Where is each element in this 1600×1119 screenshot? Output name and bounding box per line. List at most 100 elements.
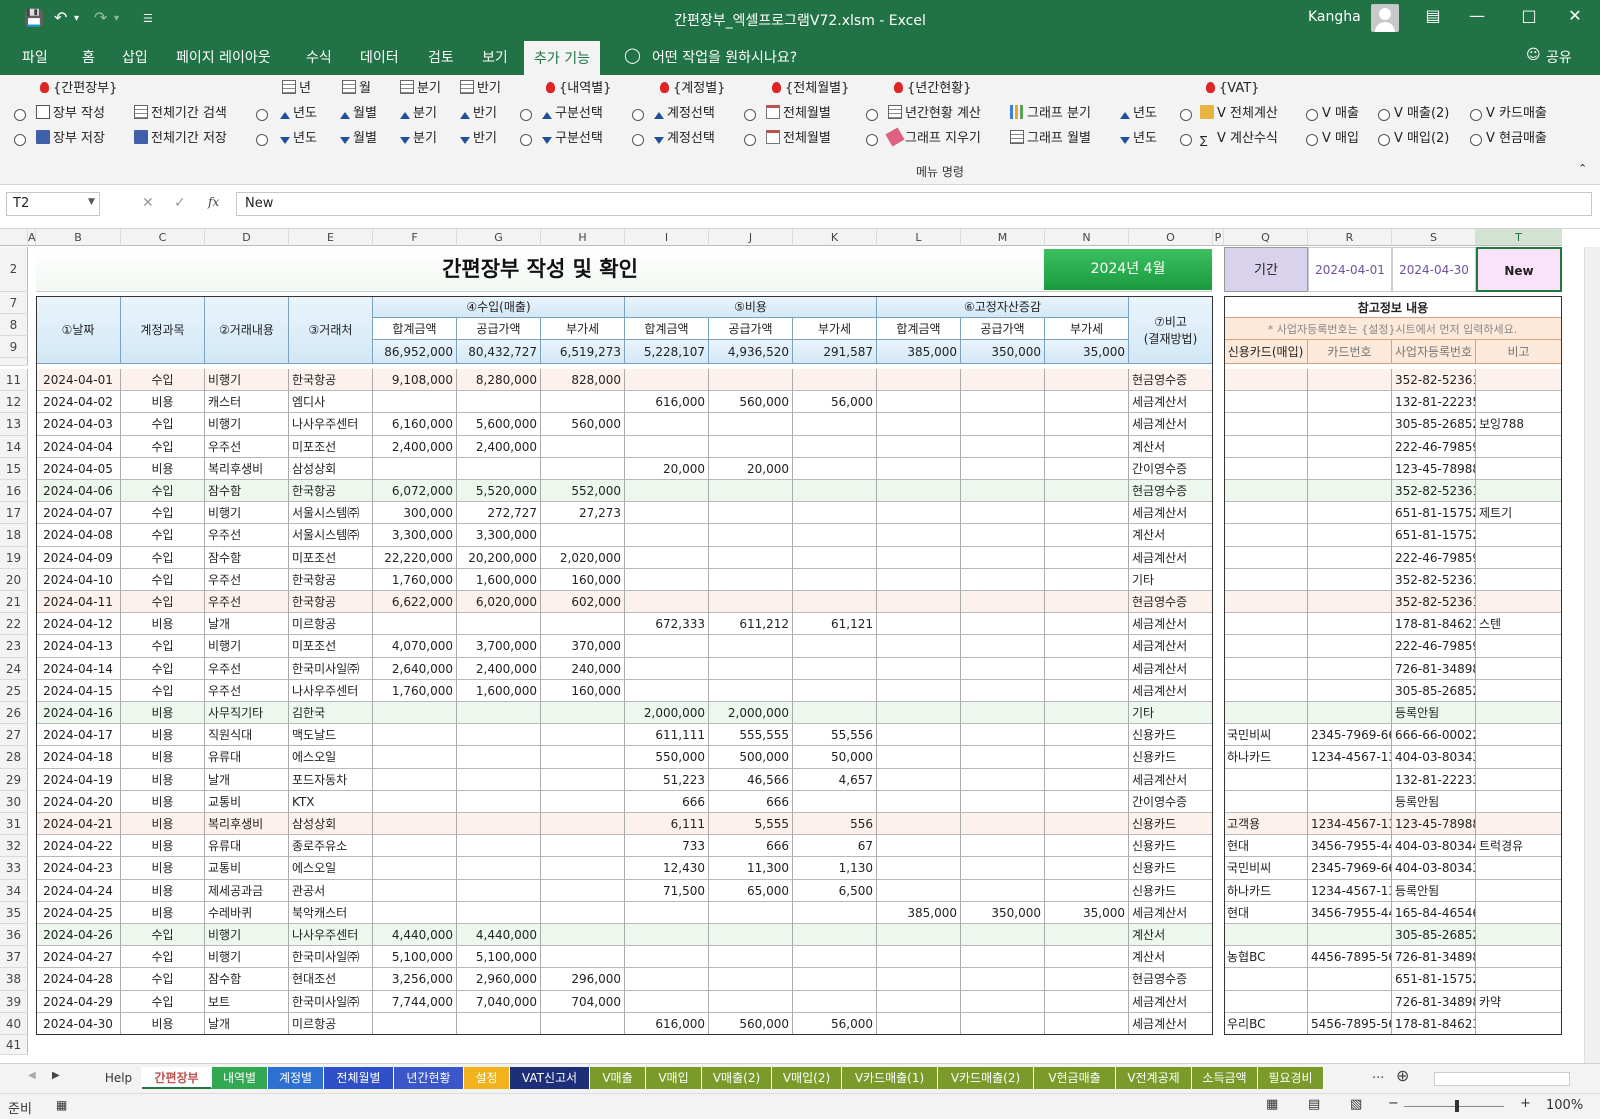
table-cell[interactable] (877, 879, 961, 902)
table-cell[interactable]: 160,000 (541, 679, 625, 702)
table-cell[interactable] (1476, 369, 1562, 392)
table-cell[interactable] (373, 790, 457, 813)
table-cell[interactable]: 국민비씨 (1224, 857, 1308, 880)
table-cell[interactable] (1045, 924, 1129, 947)
table-cell[interactable] (1224, 679, 1308, 702)
table-cell[interactable]: 222-46-79859 (1392, 635, 1476, 658)
table-cell[interactable] (1308, 990, 1392, 1013)
table-cell[interactable]: 4,070,000 (373, 635, 457, 658)
table-cell[interactable]: 간이영수증 (1129, 790, 1213, 813)
table-cell[interactable] (1308, 369, 1392, 392)
table-cell[interactable] (625, 924, 709, 947)
row-header[interactable]: 23 (0, 635, 28, 658)
column-header-d[interactable]: D (205, 229, 289, 246)
table-cell[interactable]: 5,520,000 (457, 480, 541, 503)
table-cell[interactable] (961, 790, 1045, 813)
v-sales-button[interactable]: V 매출 (1322, 104, 1359, 124)
radio-v-buy2[interactable] (1378, 134, 1390, 146)
table-cell[interactable] (373, 1012, 457, 1035)
table-cell[interactable]: 56,000 (793, 1012, 877, 1035)
table-cell[interactable] (1045, 790, 1129, 813)
table-cell[interactable] (1224, 413, 1308, 436)
table-cell[interactable]: 5,555 (709, 813, 793, 836)
radio-vat-2[interactable] (1180, 134, 1192, 146)
table-cell[interactable]: 2024-04-14 (36, 657, 121, 680)
table-cell[interactable]: 350,000 (961, 901, 1045, 924)
table-cell[interactable]: 날개 (205, 768, 289, 791)
table-cell[interactable]: 56,000 (793, 391, 877, 414)
table-cell[interactable]: 현금영수증 (1129, 968, 1213, 991)
table-cell[interactable] (1308, 768, 1392, 791)
row-header[interactable]: 20 (0, 568, 28, 591)
table-cell[interactable]: 8,280,000 (457, 369, 541, 392)
table-cell[interactable]: 71,500 (625, 879, 709, 902)
table-cell[interactable]: 51,223 (625, 768, 709, 791)
table-cell[interactable] (877, 924, 961, 947)
sheet-tab[interactable]: 설정 (464, 1067, 510, 1089)
radio-v-buy[interactable] (1306, 134, 1318, 146)
table-cell[interactable] (373, 835, 457, 858)
table-cell[interactable]: 관공서 (289, 879, 373, 902)
table-cell[interactable]: 2024-04-16 (36, 702, 121, 725)
table-cell[interactable]: 2024-04-04 (36, 435, 121, 458)
column-header-q[interactable]: Q (1224, 229, 1308, 246)
table-cell[interactable]: 사무직기타 (205, 702, 289, 725)
table-cell[interactable] (1476, 657, 1562, 680)
table-cell[interactable] (1224, 635, 1308, 658)
formula-input[interactable]: New (236, 192, 1592, 216)
table-cell[interactable]: 비행기 (205, 635, 289, 658)
table-cell[interactable] (1045, 413, 1129, 436)
table-cell[interactable] (961, 524, 1045, 547)
table-cell[interactable]: 404-03-80343 (1392, 746, 1476, 769)
table-cell[interactable]: 나사우주센터 (289, 413, 373, 436)
table-cell[interactable] (625, 946, 709, 969)
table-cell[interactable]: 비행기 (205, 413, 289, 436)
share-button[interactable]: 공유 (1546, 47, 1572, 67)
year-down-button[interactable]: 년도 (280, 129, 317, 149)
table-cell[interactable]: 등록안됨 (1392, 790, 1476, 813)
share-icon[interactable]: ☺ (1526, 47, 1541, 63)
table-cell[interactable] (625, 657, 709, 680)
table-cell[interactable]: 에스오일 (289, 746, 373, 769)
period-quarter-header[interactable]: 분기 (400, 79, 441, 99)
table-cell[interactable] (457, 1012, 541, 1035)
table-cell[interactable]: 178-81-84623 (1392, 613, 1476, 636)
table-cell[interactable] (1045, 391, 1129, 414)
table-cell[interactable] (793, 480, 877, 503)
annual-year-up-button[interactable]: 년도 (1120, 104, 1157, 124)
table-cell[interactable] (793, 546, 877, 569)
row-header[interactable]: 22 (0, 613, 28, 636)
table-cell[interactable] (877, 857, 961, 880)
table-cell[interactable] (709, 635, 793, 658)
table-cell[interactable] (709, 679, 793, 702)
table-cell[interactable] (457, 391, 541, 414)
table-cell[interactable] (457, 835, 541, 858)
table-cell[interactable]: 616,000 (625, 391, 709, 414)
table-cell[interactable]: 352-82-52361 (1392, 568, 1476, 591)
table-cell[interactable]: 132-81-22235 (1392, 391, 1476, 414)
table-cell[interactable] (877, 613, 961, 636)
table-cell[interactable]: 1,130 (793, 857, 877, 880)
table-cell[interactable] (961, 657, 1045, 680)
table-cell[interactable] (709, 502, 793, 525)
fx-icon[interactable]: fx (208, 195, 219, 209)
table-cell[interactable] (1476, 724, 1562, 747)
sheet-tab[interactable]: Help (96, 1067, 142, 1089)
table-cell[interactable]: 비행기 (205, 502, 289, 525)
table-cell[interactable]: 비행기 (205, 946, 289, 969)
table-cell[interactable] (1045, 657, 1129, 680)
table-cell[interactable]: 666-66-00022 (1392, 724, 1476, 747)
sheet-tab[interactable]: V매출 (590, 1067, 646, 1089)
table-cell[interactable]: 2,640,000 (373, 657, 457, 680)
table-cell[interactable] (709, 546, 793, 569)
table-cell[interactable] (877, 946, 961, 969)
table-cell[interactable]: 1234-4567-132 (1308, 813, 1392, 836)
table-cell[interactable] (541, 457, 625, 480)
table-cell[interactable]: 제트기 (1476, 502, 1562, 525)
table-cell[interactable] (373, 457, 457, 480)
table-cell[interactable]: 신용카드 (1129, 724, 1213, 747)
table-cell[interactable]: 잠수함 (205, 546, 289, 569)
table-cell[interactable]: KTX (289, 790, 373, 813)
table-cell[interactable]: 55,556 (793, 724, 877, 747)
table-cell[interactable]: 1234-4567-132 (1308, 879, 1392, 902)
